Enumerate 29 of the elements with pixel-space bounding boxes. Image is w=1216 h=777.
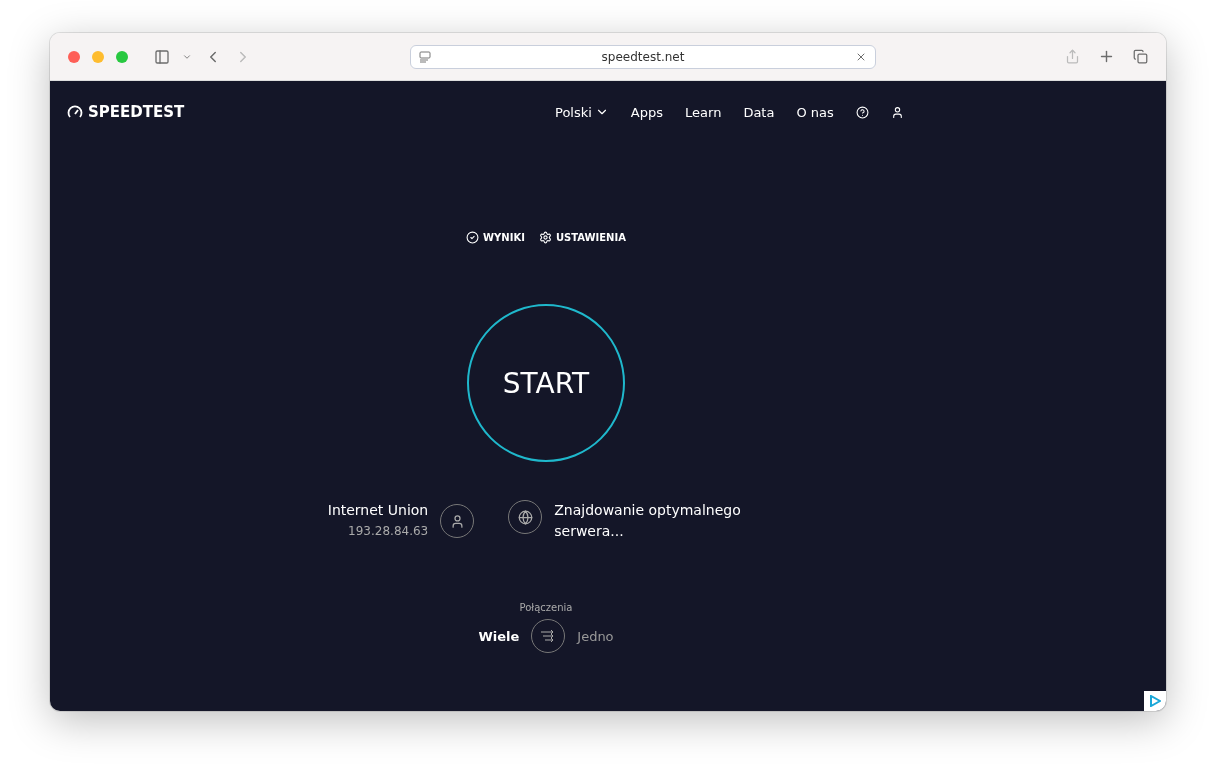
gauge-icon xyxy=(67,105,83,119)
connections-label: Połączenia xyxy=(519,602,573,613)
nav-link[interactable]: Apps xyxy=(630,104,664,120)
provider-name: Internet Union xyxy=(327,501,429,520)
url-text: speedtest.net xyxy=(600,49,686,64)
ip-address: 193.28.84.63 xyxy=(348,523,429,540)
connection-option[interactable]: Wiele xyxy=(478,628,520,644)
connection-option[interactable]: Jedno xyxy=(577,628,614,644)
help-icon[interactable] xyxy=(855,105,869,119)
language-dropdown[interactable]: Polski xyxy=(555,104,609,120)
server-status: Znajdowanie optymalnego serwera... xyxy=(554,501,742,541)
new-tab-icon[interactable] xyxy=(1098,48,1115,65)
page-icon xyxy=(419,50,431,63)
nav-link[interactable]: Data xyxy=(743,104,775,120)
account-icon[interactable] xyxy=(890,105,904,119)
zoom-window-button[interactable] xyxy=(116,50,128,63)
logo-text: SPEEDTEST xyxy=(88,103,185,121)
close-window-button[interactable] xyxy=(68,50,80,63)
ad-info-icon[interactable] xyxy=(1144,691,1166,711)
address-bar[interactable]: speedtest.net xyxy=(410,44,876,69)
start-button[interactable]: START xyxy=(467,304,625,462)
page-link[interactable]: WYNIKI xyxy=(466,231,525,244)
check-icon xyxy=(466,231,480,244)
sidebar-icon[interactable] xyxy=(154,48,170,65)
page-link[interactable]: USTAWIENIA xyxy=(538,231,626,244)
tabs-icon[interactable] xyxy=(1133,49,1148,64)
nav-link[interactable]: Learn xyxy=(685,104,722,120)
settings-icon xyxy=(538,231,552,244)
nav-link[interactable]: O nas xyxy=(796,104,834,120)
